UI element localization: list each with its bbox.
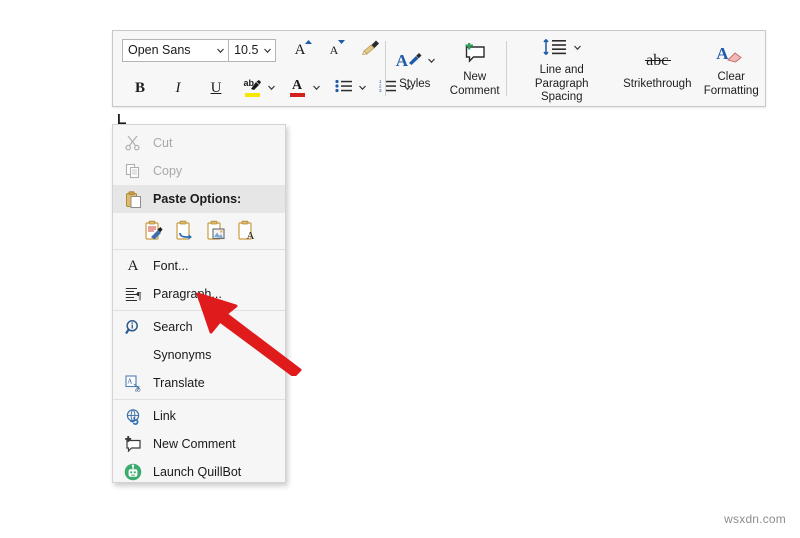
- new-comment-icon: [463, 41, 487, 67]
- bold-icon: B: [134, 79, 145, 96]
- shrink-font-button[interactable]: A: [320, 37, 348, 63]
- chevron-down-icon[interactable]: [212, 46, 228, 55]
- font-icon: A: [127, 257, 139, 274]
- translate-icon: A あ: [119, 374, 147, 392]
- clear-formatting-icon: A: [714, 41, 748, 67]
- svg-text:¶: ¶: [136, 290, 141, 302]
- strikethrough-button[interactable]: abc Strikethrough: [617, 31, 697, 106]
- copy-icon: [119, 163, 147, 179]
- font-color-dropdown-chevron-down-icon[interactable]: [312, 83, 321, 94]
- highlight-dropdown-chevron-down-icon[interactable]: [267, 83, 276, 94]
- styles-label: Styles: [399, 77, 431, 90]
- clipboard-icon: [119, 190, 147, 208]
- font-color-icon: A: [291, 78, 303, 93]
- paste-keep-source-formatting-icon[interactable]: [143, 217, 165, 243]
- red-pointer-arrow: [196, 288, 308, 381]
- font-name-combobox[interactable]: Open Sans: [122, 38, 230, 62]
- context-menu-item-font[interactable]: A Font...: [113, 252, 285, 280]
- svg-text:A: A: [127, 377, 132, 385]
- font-color-button[interactable]: A: [283, 75, 311, 101]
- new-comment-icon: [119, 435, 147, 453]
- grow-font-icon: A: [295, 40, 312, 59]
- highlight-color-swatch: [244, 93, 260, 97]
- line-and-paragraph-spacing-label: Line and Paragraph Spacing: [512, 64, 611, 104]
- font-size-value: 10.5: [234, 43, 259, 57]
- watermark-text: wsxdn.com: [724, 512, 786, 526]
- clear-formatting-label-line1: Clear: [717, 71, 745, 84]
- underline-icon: U: [210, 79, 222, 96]
- menu-separator: [113, 399, 285, 400]
- bullet-list-icon: [334, 79, 352, 98]
- font-color-swatch: [289, 93, 305, 97]
- strikethrough-label: Strikethrough: [623, 77, 692, 90]
- text-highlight-color-icon: ab: [244, 78, 261, 92]
- mini-floating-toolbar: Open Sans 10.5 A A B I U ab A 1 2 3 A St…: [112, 30, 766, 107]
- quillbot-icon: [119, 463, 147, 481]
- clear-formatting-label-line2: Formatting: [703, 84, 759, 97]
- text-highlight-color-button[interactable]: ab: [238, 75, 266, 101]
- scissors-icon: [119, 135, 147, 151]
- clear-formatting-label: Clear Formatting: [704, 71, 759, 97]
- bullets-button[interactable]: [329, 75, 357, 101]
- context-menu-label-paste-options: Paste Options:: [153, 192, 242, 206]
- styles-button[interactable]: A Styles: [386, 31, 444, 106]
- context-menu-label-font: Font...: [153, 259, 189, 273]
- clear-formatting-button[interactable]: A Clear Formatting: [697, 31, 765, 106]
- paste-merge-formatting-icon[interactable]: [174, 217, 196, 243]
- paragraph-icon: ¶: [119, 287, 147, 302]
- context-menu-label-search: Search: [153, 320, 193, 334]
- paste-options-row: A: [113, 213, 285, 247]
- font-name-value: Open Sans: [128, 43, 191, 57]
- line-and-paragraph-spacing-icon: [535, 35, 589, 60]
- italic-button[interactable]: I: [164, 75, 192, 101]
- context-menu-item-new-comment[interactable]: New Comment: [113, 430, 285, 458]
- line-spacing-label-line1: Line and Paragraph: [534, 64, 589, 90]
- format-painter-icon: [361, 39, 381, 61]
- context-menu-label-new-comment: New Comment: [153, 437, 236, 451]
- new-comment-button[interactable]: New Comment: [444, 31, 506, 106]
- context-menu-label-cut: Cut: [153, 136, 173, 150]
- context-menu-item-cut[interactable]: Cut: [113, 129, 285, 157]
- screenshot-canvas: Open Sans 10.5 A A B I U ab A 1 2 3 A St…: [0, 0, 800, 538]
- context-menu-label-link: Link: [153, 409, 176, 423]
- bold-button[interactable]: B: [126, 75, 154, 101]
- context-menu-label-launch-quillbot: Launch QuillBot: [153, 465, 242, 479]
- chevron-down-icon[interactable]: [259, 46, 275, 55]
- styles-icon: A: [392, 48, 438, 74]
- new-comment-label: New Comment: [450, 71, 500, 97]
- paste-keep-text-only-icon[interactable]: A: [236, 217, 258, 243]
- underline-button[interactable]: U: [202, 75, 230, 101]
- link-globe-icon: [119, 408, 147, 425]
- italic-icon: I: [175, 79, 181, 96]
- svg-text:3: 3: [379, 88, 382, 93]
- format-painter-button[interactable]: [357, 37, 385, 63]
- context-menu-item-copy[interactable]: Copy: [113, 157, 285, 185]
- context-menu-item-link[interactable]: Link: [113, 402, 285, 430]
- context-menu-item-launch-quillbot[interactable]: Launch QuillBot: [113, 458, 285, 486]
- context-menu-item-paste-options[interactable]: Paste Options:: [113, 185, 285, 213]
- strikethrough-icon: abc: [645, 48, 672, 74]
- bullets-dropdown-chevron-down-icon[interactable]: [358, 83, 367, 94]
- new-comment-label-line2: Comment: [449, 84, 500, 97]
- search-icon: [119, 319, 147, 336]
- svg-text:A: A: [247, 230, 255, 241]
- svg-text:あ: あ: [134, 385, 141, 392]
- context-menu-label-copy: Copy: [153, 164, 183, 178]
- menu-separator: [113, 249, 285, 250]
- grow-font-button[interactable]: A: [286, 37, 314, 63]
- line-spacing-label-line2: Spacing: [540, 90, 583, 103]
- font-size-combobox[interactable]: 10.5: [228, 38, 276, 62]
- paste-picture-icon[interactable]: [205, 217, 227, 243]
- line-and-paragraph-spacing-button[interactable]: Line and Paragraph Spacing: [506, 31, 617, 106]
- new-comment-label-line1: New: [463, 71, 487, 84]
- shrink-font-icon: A: [330, 40, 345, 59]
